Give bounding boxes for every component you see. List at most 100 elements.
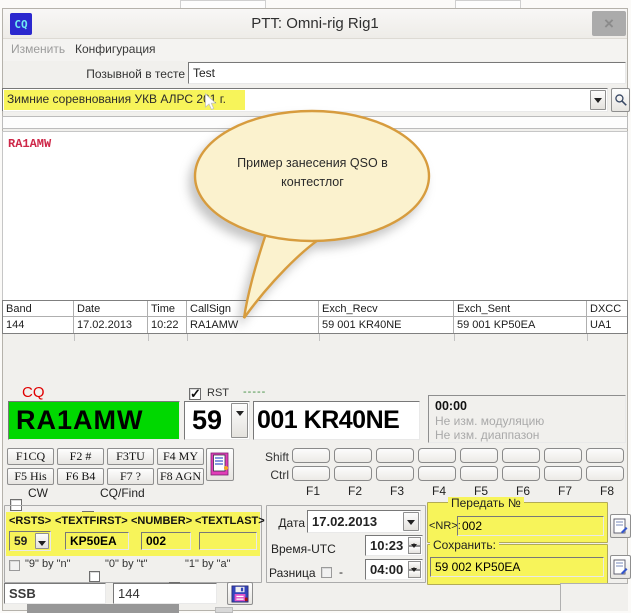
- rst-dropdown-arrow-icon[interactable]: [231, 403, 248, 438]
- cell-date: 17.02.2013: [74, 317, 148, 333]
- cell-exch-sent: 59 001 KP50EA: [454, 317, 587, 333]
- shift-macro-slot[interactable]: [460, 448, 498, 463]
- log-callsign-text: RA1AMW: [8, 137, 51, 151]
- rst-label: RST: [207, 387, 229, 399]
- callsign-input[interactable]: RA1AMW: [8, 401, 180, 440]
- diff-spin-arrows[interactable]: [408, 561, 421, 578]
- date-combobox[interactable]: 17.02.2013: [307, 510, 421, 533]
- ctrl-macro-slot[interactable]: [376, 466, 414, 481]
- fkey-button-f4[interactable]: F4 MY: [157, 448, 204, 465]
- exchange-input[interactable]: 001 KR40NE: [253, 401, 420, 440]
- cell-dxcc: UA1: [587, 317, 627, 333]
- ctrl-macro-slot[interactable]: [544, 466, 582, 481]
- fkey-button-f5[interactable]: F5 His: [7, 468, 54, 485]
- band-input[interactable]: [113, 583, 217, 604]
- ctrl-macro-slot[interactable]: [292, 466, 330, 481]
- table-gridline-stub: [148, 334, 149, 341]
- macro-header-rsts: <RSTS>: [9, 515, 51, 527]
- fkey-button-f6[interactable]: F6 B4: [57, 468, 104, 485]
- ctrl-macro-slot[interactable]: [334, 466, 372, 481]
- sub-0t-label: "0" by "t": [105, 558, 148, 570]
- send-nr-button[interactable]: [610, 514, 631, 538]
- send-nr-group-label: Передать №: [448, 497, 524, 509]
- table-gridline-stub: [319, 334, 320, 341]
- col-date: Date: [74, 301, 148, 317]
- rst-checkbox[interactable]: [189, 388, 201, 400]
- log-table: Band Date Time CallSign Exch_Recv Exch_S…: [2, 300, 628, 334]
- shift-macro-slot[interactable]: [376, 448, 414, 463]
- sub-0t-checkbox[interactable]: [89, 571, 100, 582]
- rst-combobox[interactable]: 59: [184, 401, 250, 440]
- save-log-button[interactable]: [227, 582, 253, 605]
- contest-dropdown-arrow-icon[interactable]: [590, 90, 606, 110]
- ctrl-macro-slot[interactable]: [418, 466, 456, 481]
- spin-down-icon[interactable]: [408, 546, 421, 555]
- ctrl-macro-slot[interactable]: [460, 466, 498, 481]
- exchange-value: 001 KR40NE: [254, 402, 419, 438]
- ctrl-macro-slot[interactable]: [502, 466, 540, 481]
- textlast-input[interactable]: [199, 532, 257, 550]
- number-input[interactable]: [141, 532, 191, 550]
- menu-item-edit[interactable]: Изменить: [11, 42, 65, 56]
- shift-macro-slot[interactable]: [334, 448, 372, 463]
- col-exch-recv: Exch_Recv: [319, 301, 454, 317]
- cell-time: 10:22: [148, 317, 187, 333]
- ctrl-macro-slot[interactable]: [586, 466, 624, 481]
- cell-band: 144: [3, 317, 74, 333]
- shift-macro-slot[interactable]: [502, 448, 540, 463]
- test-callsign-input[interactable]: [188, 62, 626, 84]
- timer-value: 00:00: [435, 399, 619, 414]
- screenshot-root: CQ PTT: Omni-rig Rig1 × Изменить Конфигу…: [0, 0, 631, 613]
- sub-1a-label: "1" by "a": [185, 558, 231, 570]
- table-gridline-stub: [587, 334, 588, 341]
- spin-down-icon[interactable]: [408, 570, 421, 579]
- shift-macro-slot[interactable]: [586, 448, 624, 463]
- collapsed-panel-strip: [2, 116, 628, 129]
- shift-macro-slot[interactable]: [292, 448, 330, 463]
- log-text-panel[interactable]: RA1AMW: [2, 131, 628, 300]
- fkey-button-f8[interactable]: F8 AGN: [157, 468, 204, 485]
- utc-spin-arrows[interactable]: [408, 537, 421, 554]
- table-row[interactable]: 144 17.02.2013 10:22 RA1AMW 59 001 KR40N…: [3, 317, 627, 333]
- shift-macro-slot[interactable]: [418, 448, 456, 463]
- add-macro-button[interactable]: [206, 448, 234, 481]
- close-icon: ×: [604, 14, 614, 34]
- save-note-button[interactable]: [610, 555, 631, 579]
- mode-input[interactable]: [4, 583, 106, 604]
- cw-label: CW: [28, 486, 48, 500]
- rsts-combobox[interactable]: 59: [9, 531, 51, 551]
- nr-input[interactable]: [457, 516, 604, 536]
- shift-macro-slot[interactable]: [544, 448, 582, 463]
- shift-macro-row: [292, 448, 624, 463]
- fkey-button-f1[interactable]: F1CQ: [7, 448, 54, 465]
- menu-item-config[interactable]: Конфигурация: [75, 42, 156, 56]
- status-line-1: Не изм. модуляцию: [435, 414, 619, 428]
- close-button[interactable]: ×: [592, 11, 626, 36]
- diff-spinner[interactable]: 04:00: [365, 559, 423, 580]
- contest-combobox[interactable]: Зимние соревнования УКВ АЛРС 201 г.: [2, 88, 608, 112]
- textfirst-input[interactable]: [65, 532, 129, 550]
- app-icon-text: CQ: [14, 18, 27, 31]
- diff-checkbox[interactable]: [321, 567, 332, 578]
- macro-header-number: <NUMBER>: [131, 515, 192, 527]
- col-exch-sent: Exch_Sent: [454, 301, 587, 317]
- save-input[interactable]: [430, 557, 604, 577]
- fkey-button-f2[interactable]: F2 #: [57, 448, 104, 465]
- fkey-button-f3[interactable]: F3TU: [107, 448, 154, 465]
- save-group-label: Сохранить:: [430, 539, 499, 551]
- date-dropdown-arrow-icon[interactable]: [403, 512, 419, 531]
- datetime-group: Дата 17.02.2013 Время-UTC 10:23 Разница …: [266, 505, 426, 583]
- floppy-save-icon: [231, 585, 249, 603]
- cqfind-label: CQ/Find: [100, 486, 145, 500]
- contest-search-button[interactable]: [611, 88, 630, 112]
- rsts-dropdown-arrow-icon[interactable]: [35, 533, 49, 549]
- background-taskbar-artifact: [27, 604, 179, 613]
- sub-9n-checkbox[interactable]: [9, 560, 20, 571]
- add-note-icon: [210, 452, 230, 477]
- macro-header-textfirst: <TEXTFIRST>: [55, 515, 128, 527]
- fkey-button-f7[interactable]: F7 ?: [107, 468, 154, 485]
- utc-spinner[interactable]: 10:23: [365, 535, 423, 556]
- mouse-cursor-icon: [204, 93, 217, 111]
- rig-status-panel: 00:00 Не изм. модуляцию Не изм. диаппазо…: [428, 395, 626, 443]
- table-gridline-stub: [187, 334, 188, 341]
